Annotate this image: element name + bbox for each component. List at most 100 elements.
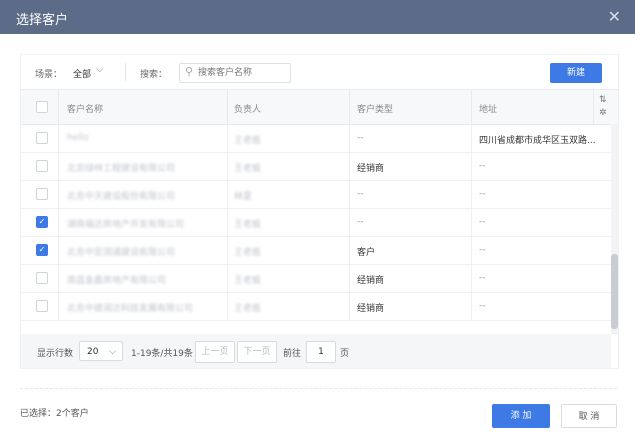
column-header-address[interactable]: 地址 [479, 102, 497, 115]
cell-divider [227, 236, 228, 264]
cell-divider [58, 208, 59, 236]
search-box[interactable]: ⚲ [179, 63, 291, 83]
goto-label: 前往 [283, 349, 302, 359]
cell-divider [227, 208, 228, 236]
customer-name[interactable]: hello [67, 133, 89, 143]
next-page-button[interactable]: 下一页 [237, 341, 277, 363]
toolbar: 场景： 全部 ⌵ 搜索： ⚲ 新建 [21, 55, 618, 89]
cell-divider [58, 292, 59, 320]
chevron-down-icon: ⌵ [109, 347, 116, 357]
customer-type: -- [357, 189, 364, 199]
table-row[interactable]: ✓ 北京中宏润通建设有限公司 王老板 客户 -- [21, 236, 611, 265]
owner-name: 王老板 [234, 248, 262, 258]
page-range: 1-19条/共19条 [131, 349, 193, 359]
cell-divider [349, 152, 350, 180]
owner-name: 王老板 [234, 164, 262, 174]
search-input[interactable] [198, 66, 286, 79]
dialog-titlebar: 选择客户 ✕ [0, 0, 635, 34]
column-divider [349, 90, 350, 124]
row-checkbox[interactable] [36, 188, 48, 200]
page-number-input[interactable]: 1 [306, 341, 336, 363]
cell-divider [471, 236, 472, 264]
cell-divider [227, 264, 228, 292]
row-checkbox[interactable] [36, 132, 48, 144]
customer-type: 经销商 [357, 276, 385, 286]
customer-address: -- [479, 301, 486, 311]
row-checkbox[interactable] [36, 272, 48, 284]
customer-type: 经销商 [357, 304, 385, 314]
add-button[interactable]: 添 加 [492, 404, 550, 428]
toolbar-divider [125, 63, 126, 81]
selected-count: 已选择：2个客户 [20, 409, 89, 419]
chevron-down-icon[interactable]: ⌵ [96, 64, 104, 75]
owner-name: 王老板 [234, 276, 262, 286]
cell-divider [349, 208, 350, 236]
customer-name[interactable]: 南昌金鑫房地产有限公司 [67, 273, 166, 286]
customer-type: -- [357, 133, 364, 143]
column-header-name[interactable]: 客户名称 [67, 102, 103, 115]
table-row[interactable]: ✓ 湖南福达房地产开发有限公司 王老板 -- -- [21, 208, 611, 237]
customer-type: -- [357, 217, 364, 227]
column-divider [593, 90, 594, 124]
column-divider [58, 90, 59, 124]
prev-page-button[interactable]: 上一页 [195, 341, 235, 363]
close-icon[interactable]: ✕ [608, 7, 621, 26]
select-all-checkbox[interactable] [36, 101, 48, 113]
table-row[interactable]: 北京中建润达科技发展有限公司 王老板 经销商 -- [21, 292, 611, 321]
table-row[interactable]: hello 王老板 -- 四川省成都市成华区玉双路... [21, 124, 611, 153]
customer-address: -- [479, 217, 486, 227]
cell-divider [227, 292, 228, 320]
column-divider [227, 90, 228, 124]
cell-divider [58, 264, 59, 292]
owner-name: 王老板 [234, 304, 262, 314]
cell-divider [349, 180, 350, 208]
customer-type: 客户 [357, 248, 376, 258]
table-header: 客户名称 负责人 客户类型 地址 ⇅ ✲ [21, 89, 618, 125]
row-checkbox[interactable] [36, 160, 48, 172]
gear-icon[interactable]: ✲ [599, 108, 607, 118]
customer-name[interactable]: 北京中天建设股份有限公司 [67, 189, 175, 202]
cell-divider [58, 236, 59, 264]
cell-divider [227, 152, 228, 180]
page-suffix: 页 [340, 349, 350, 359]
page-size-value: 20 [87, 347, 99, 357]
search-label: 搜索： [140, 70, 168, 80]
customer-panel: 场景： 全部 ⌵ 搜索： ⚲ 新建 客户名称 负责人 客户类型 地址 ⇅ ✲ h… [20, 54, 619, 369]
page-size-select[interactable]: 20 ⌵ [79, 341, 123, 361]
cell-divider [349, 124, 350, 152]
row-checkbox-checked[interactable]: ✓ [36, 244, 48, 256]
cancel-button[interactable]: 取 消 [561, 404, 617, 428]
column-header-type[interactable]: 客户类型 [357, 102, 393, 115]
pagination: 显示行数 20 ⌵ 1-19条/共19条 上一页 下一页 前往 1 页 [21, 334, 611, 368]
customer-name[interactable]: 北京中宏润通建设有限公司 [67, 245, 175, 258]
cell-divider [471, 180, 472, 208]
cell-divider [471, 264, 472, 292]
owner-name: 王老板 [234, 136, 262, 146]
table-row[interactable]: 南昌金鑫房地产有限公司 王老板 经销商 -- [21, 264, 611, 293]
cell-divider [58, 124, 59, 152]
customer-address: -- [479, 189, 486, 199]
scene-label: 场景： [35, 70, 63, 80]
new-button[interactable]: 新建 [550, 63, 602, 83]
column-divider [471, 90, 472, 124]
dialog-title: 选择客户 [16, 13, 69, 28]
cell-divider [471, 208, 472, 236]
cell-divider [471, 292, 472, 320]
scene-select[interactable]: 全部 [73, 67, 91, 80]
table-scrollbar[interactable] [611, 124, 618, 334]
cell-divider [349, 236, 350, 264]
table-row[interactable]: 北京绿林工程建设有限公司 王老板 经销商 -- [21, 152, 611, 181]
customer-name[interactable]: 北京中建润达科技发展有限公司 [67, 301, 193, 314]
customer-name[interactable]: 北京绿林工程建设有限公司 [67, 161, 175, 174]
table-row[interactable]: 北京中天建设股份有限公司 林夏 -- -- [21, 180, 611, 209]
column-header-owner[interactable]: 负责人 [234, 102, 261, 115]
row-checkbox-checked[interactable]: ✓ [36, 216, 48, 228]
column-settings[interactable]: ⇅ ✲ [599, 94, 607, 120]
sort-icon[interactable]: ⇅ [599, 95, 607, 105]
customer-name[interactable]: 湖南福达房地产开发有限公司 [67, 217, 184, 230]
row-checkbox[interactable] [36, 300, 48, 312]
customer-address: -- [479, 245, 486, 255]
rows-label: 显示行数 [37, 349, 74, 359]
scrollbar-thumb[interactable] [611, 254, 618, 329]
footer-divider [20, 388, 617, 389]
